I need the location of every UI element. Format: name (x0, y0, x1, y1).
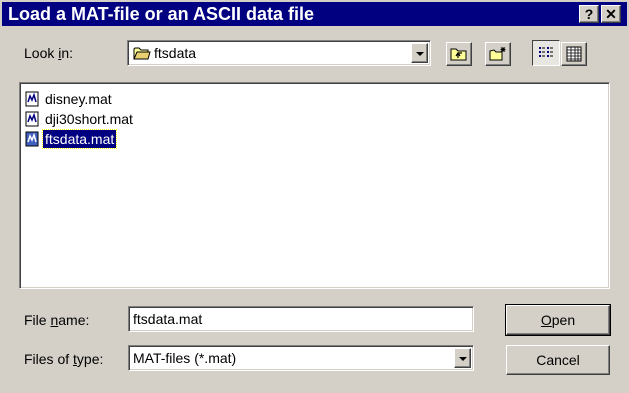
list-view-button[interactable] (532, 40, 560, 66)
look-in-value: ftsdata (154, 45, 197, 61)
mat-file-icon (25, 91, 39, 107)
cancel-button[interactable]: Cancel (506, 345, 610, 375)
window-title: Load a MAT-file or an ASCII data file (8, 4, 315, 24)
file-name: disney.mat (45, 91, 112, 107)
list-item[interactable]: ftsdata.mat (24, 129, 118, 149)
file-name: dji30short.mat (45, 111, 133, 127)
mat-file-icon (25, 111, 39, 127)
folder-icon (133, 47, 151, 60)
help-button[interactable]: ? (579, 5, 599, 23)
look-in-label: Look in: (24, 45, 74, 61)
create-new-folder-button[interactable] (485, 42, 511, 66)
look-in-dropdown-arrow[interactable] (411, 43, 428, 63)
details-view-button[interactable] (561, 42, 587, 66)
file-list[interactable]: disney.mat dji30short.mat ftsdata.mat (19, 82, 610, 289)
mat-file-icon (25, 131, 39, 147)
title-bar[interactable]: Load a MAT-file or an ASCII data file ? … (2, 2, 627, 26)
list-view-icon (539, 47, 553, 57)
list-item[interactable]: dji30short.mat (24, 109, 135, 129)
open-button[interactable]: Open (505, 304, 611, 336)
close-button[interactable]: ✕ (601, 5, 621, 23)
file-name-label: File name: (24, 312, 90, 328)
details-view-icon (566, 46, 582, 62)
files-of-type-label: Files of type: (24, 351, 104, 367)
look-in-dropdown[interactable]: ftsdata (127, 40, 431, 66)
file-name-value: ftsdata.mat (133, 311, 203, 327)
files-of-type-dropdown[interactable]: MAT-files (*.mat) (128, 345, 474, 371)
file-name: ftsdata.mat (41, 129, 118, 149)
files-of-type-dropdown-arrow[interactable] (454, 348, 471, 368)
create-new-folder-icon (489, 47, 506, 61)
load-file-dialog: Load a MAT-file or an ASCII data file ? … (0, 0, 629, 393)
list-item[interactable]: disney.mat (24, 89, 114, 109)
up-one-level-icon (450, 48, 467, 61)
up-one-level-button[interactable] (446, 42, 472, 66)
files-of-type-value: MAT-files (*.mat) (133, 350, 237, 366)
file-name-input[interactable]: ftsdata.mat (128, 306, 474, 332)
